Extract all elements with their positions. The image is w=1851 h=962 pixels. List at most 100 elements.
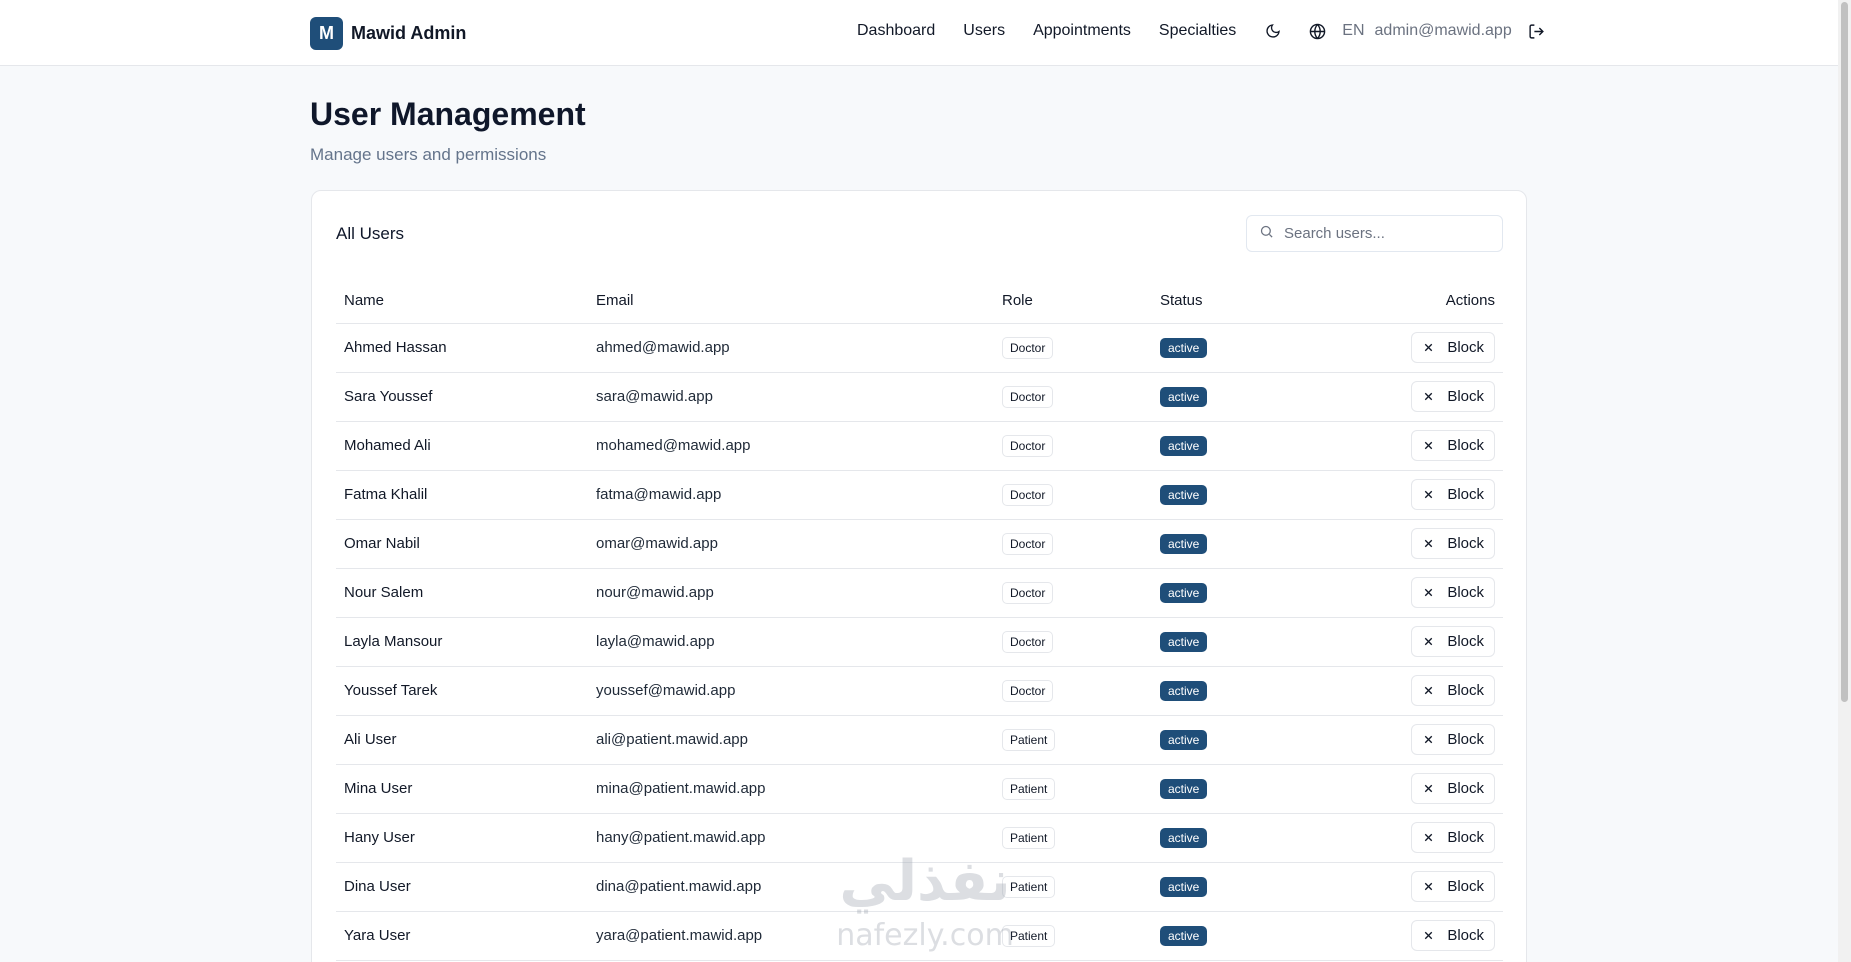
table-row: Dina User dina@patient.mawid.app Patient ac… <box>336 862 1503 912</box>
main-nav: Dashboard Users Appointments Specialties… <box>857 22 1546 40</box>
column-header-role: Role <box>994 279 1152 324</box>
block-button-label: Block <box>1447 780 1484 797</box>
status-badge: active <box>1160 778 1208 799</box>
block-button-label: Block <box>1447 731 1484 748</box>
block-button[interactable]: Block <box>1411 381 1495 412</box>
status-badge: active <box>1160 582 1208 603</box>
role-badge: Patient <box>1002 924 1056 947</box>
user-email-cell: omar@mawid.app <box>588 519 994 569</box>
user-email-cell: mohamed@mawid.app <box>588 421 994 471</box>
user-name: Nour Salem <box>336 568 588 618</box>
status-cell: active <box>1152 666 1292 716</box>
column-header-email: Email <box>588 279 994 324</box>
block-button[interactable]: Block <box>1411 724 1495 755</box>
search-box[interactable] <box>1246 215 1503 252</box>
moon-icon[interactable] <box>1264 22 1282 40</box>
block-button[interactable]: Block <box>1411 773 1495 804</box>
block-button[interactable]: Block <box>1411 822 1495 853</box>
status-cell: active <box>1152 421 1292 471</box>
role-cell: Doctor <box>994 666 1152 716</box>
actions-cell: Block <box>1292 764 1503 814</box>
user-email-cell: hany@patient.mawid.app <box>588 813 994 863</box>
block-button[interactable]: Block <box>1411 479 1495 510</box>
user-email: admin@mawid.app <box>1374 22 1512 39</box>
users-card: All Users Name Email Role Status Actions… <box>311 190 1527 962</box>
block-button[interactable]: Block <box>1411 430 1495 461</box>
status-cell: active <box>1152 372 1292 422</box>
table-row: Mina User mina@patient.mawid.app Patient ac… <box>336 764 1503 814</box>
block-button[interactable]: Block <box>1411 577 1495 608</box>
actions-cell: Block <box>1292 911 1503 961</box>
block-button[interactable]: Block <box>1411 528 1495 559</box>
user-name: Yara User <box>336 911 588 961</box>
role-badge: Doctor <box>1002 336 1054 359</box>
close-icon <box>1422 831 1441 844</box>
user-email-cell: ali@patient.mawid.app <box>588 715 994 765</box>
user-email-cell: sara@mawid.app <box>588 372 994 422</box>
page-scrollbar[interactable] <box>1838 0 1851 962</box>
user-email-cell: layla@mawid.app <box>588 617 994 667</box>
status-cell: active <box>1152 862 1292 912</box>
nav-users[interactable]: Users <box>963 22 1005 40</box>
block-button-label: Block <box>1447 535 1484 552</box>
block-button[interactable]: Block <box>1411 871 1495 902</box>
status-badge: active <box>1160 484 1208 505</box>
role-badge: Doctor <box>1002 532 1054 555</box>
user-name: Hany User <box>336 813 588 863</box>
user-name: Omar Nabil <box>336 519 588 569</box>
role-cell: Patient <box>994 813 1152 863</box>
table-row: Ahmed Hassan ahmed@mawid.app Doctor active B… <box>336 323 1503 373</box>
table-row: Nour Salem nour@mawid.app Doctor active Bloc… <box>336 568 1503 618</box>
brand[interactable]: M Mawid Admin <box>310 17 466 50</box>
block-button-label: Block <box>1447 829 1484 846</box>
table-header-row: Name Email Role Status Actions <box>336 279 1503 324</box>
column-header-status: Status <box>1152 279 1292 324</box>
logout-icon[interactable] <box>1528 22 1546 40</box>
block-button[interactable]: Block <box>1411 675 1495 706</box>
role-badge: Doctor <box>1002 630 1054 653</box>
role-cell: Patient <box>994 862 1152 912</box>
user-name: Mina User <box>336 764 588 814</box>
actions-cell: Block <box>1292 862 1503 912</box>
page-title: User Management <box>310 96 586 132</box>
actions-cell: Block <box>1292 666 1503 716</box>
nav-appointments[interactable]: Appointments <box>1033 22 1131 40</box>
search-input[interactable] <box>1284 225 1484 242</box>
nav-specialties[interactable]: Specialties <box>1159 22 1236 40</box>
actions-cell: Block <box>1292 372 1503 422</box>
actions-cell: Block <box>1292 568 1503 618</box>
card-title: All Users <box>336 224 405 243</box>
actions-cell: Block <box>1292 617 1503 667</box>
nav-dashboard[interactable]: Dashboard <box>857 22 935 40</box>
scrollbar-thumb[interactable] <box>1841 2 1848 702</box>
role-cell: Doctor <box>994 568 1152 618</box>
user-name: Ahmed Hassan <box>336 323 588 373</box>
actions-cell: Block <box>1292 813 1503 863</box>
role-badge: Doctor <box>1002 581 1054 604</box>
status-badge: active <box>1160 435 1208 456</box>
block-button[interactable]: Block <box>1411 920 1495 951</box>
status-cell: active <box>1152 715 1292 765</box>
role-cell: Doctor <box>994 470 1152 520</box>
status-cell: active <box>1152 617 1292 667</box>
status-badge: active <box>1160 827 1208 848</box>
user-email-cell: youssef@mawid.app <box>588 666 994 716</box>
actions-cell: Block <box>1292 323 1503 373</box>
block-button-label: Block <box>1447 339 1484 356</box>
block-button[interactable]: Block <box>1411 332 1495 363</box>
block-button-label: Block <box>1447 927 1484 944</box>
actions-cell: Block <box>1292 470 1503 520</box>
close-icon <box>1422 782 1441 795</box>
table-row: Youssef Tarek youssef@mawid.app Doctor acti… <box>336 666 1503 716</box>
language-toggle[interactable]: EN <box>1342 22 1364 40</box>
status-badge: active <box>1160 680 1208 701</box>
globe-icon[interactable] <box>1308 22 1326 40</box>
role-badge: Patient <box>1002 875 1056 898</box>
table-row: Layla Mansour layla@mawid.app Doctor active… <box>336 617 1503 667</box>
role-badge: Doctor <box>1002 679 1054 702</box>
status-badge: active <box>1160 533 1208 554</box>
user-email-cell: yara@patient.mawid.app <box>588 911 994 961</box>
status-cell: active <box>1152 568 1292 618</box>
block-button[interactable]: Block <box>1411 626 1495 657</box>
table-row: Hany User hany@patient.mawid.app Patient ac… <box>336 813 1503 863</box>
